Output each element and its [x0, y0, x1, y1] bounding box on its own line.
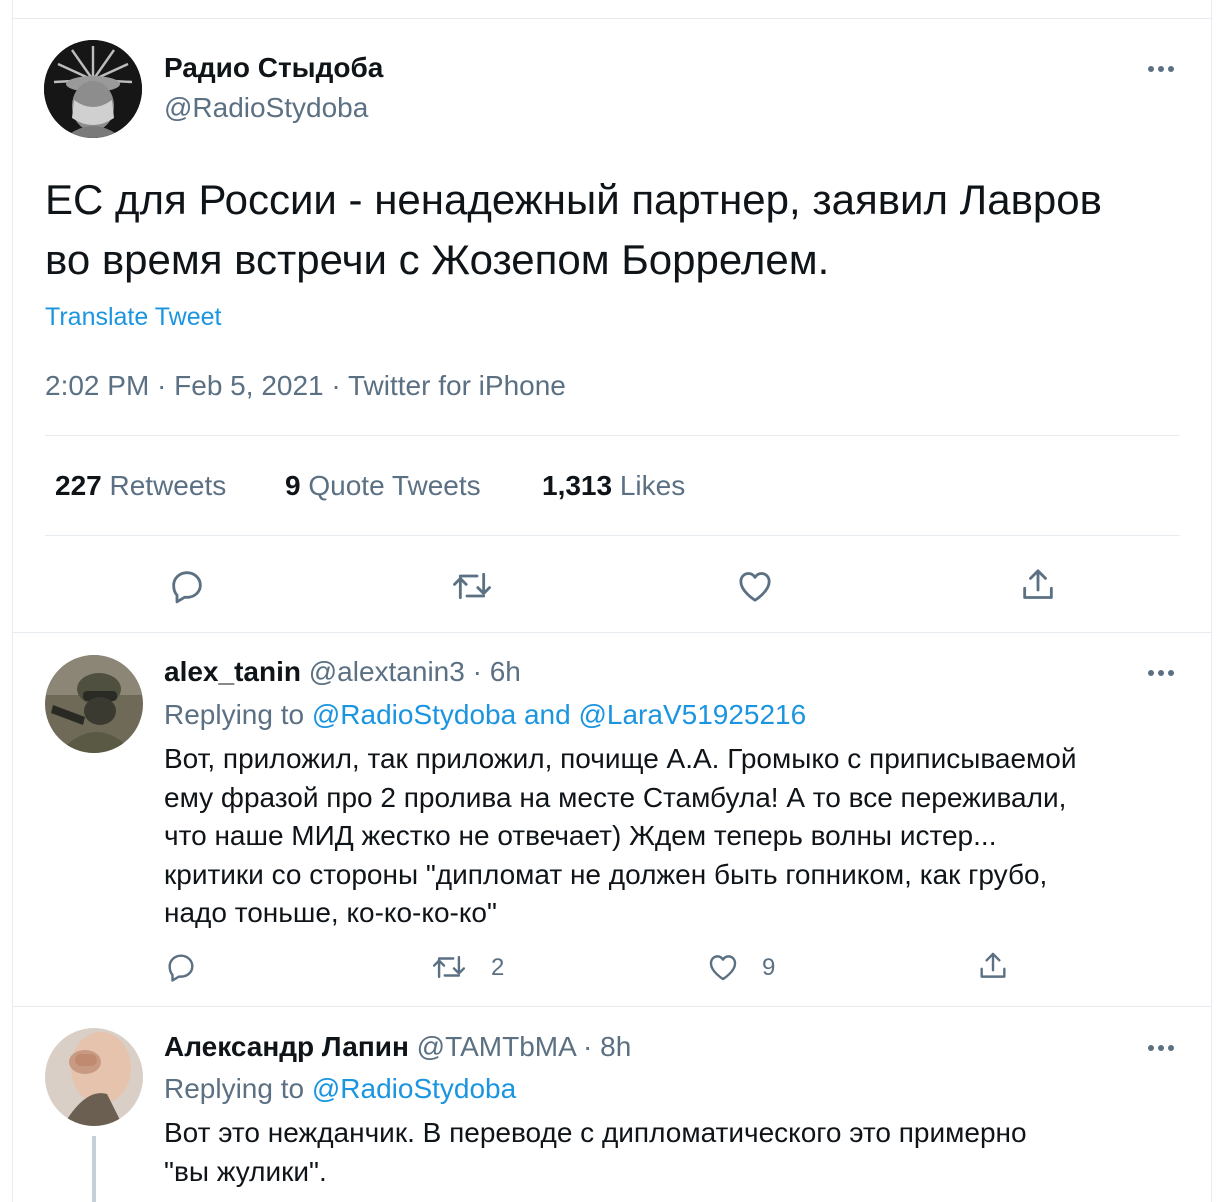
main-avatar[interactable] — [44, 40, 142, 138]
reply2-avatar[interactable] — [45, 1028, 143, 1126]
stats-bottom-divider — [45, 535, 1180, 536]
retweets-count: 227 — [55, 470, 102, 501]
man-avatar-image — [45, 1028, 143, 1126]
reply2-replying-prefix: Replying to — [164, 1073, 305, 1104]
quote-tweets-count: 9 — [285, 470, 301, 501]
soldier-avatar-image — [45, 655, 143, 753]
reply2-thread-line — [92, 1136, 96, 1202]
likes-count: 1,313 — [542, 470, 613, 501]
reply1-replying-prefix: Replying to — [164, 699, 305, 730]
main-more-icon[interactable] — [1148, 66, 1174, 72]
reply1-share-icon[interactable] — [976, 949, 1010, 983]
reply2-text-line: "вы жулики". — [164, 1155, 327, 1187]
reply2-handle[interactable]: @TAMTbMA — [417, 1031, 576, 1062]
reply1-text-line: Вот, приложил, так приложил, почище А.А.… — [164, 743, 1077, 774]
reply1-text-line: что наше МИД жестко не отвечает) Ждем те… — [164, 820, 997, 851]
reply2-display-name[interactable]: Александр Лапин — [164, 1031, 409, 1062]
retweets-label: Retweets — [109, 470, 227, 501]
translate-tweet-link[interactable]: Translate Tweet — [45, 303, 221, 332]
reply1-more-icon[interactable] — [1148, 670, 1174, 676]
main-tweet-text-line1: ЕС для России - ненадежный партнер, заяв… — [45, 176, 1102, 223]
reply1-like-icon[interactable] — [706, 950, 740, 984]
reply1-replying-mentions[interactable]: @RadioStydoba and @LaraV51925216 — [312, 699, 806, 730]
stats-top-divider — [45, 435, 1180, 436]
reply1-text-line: надо тоньше, ко-ко-ко-ко" — [164, 897, 497, 928]
retweet-icon[interactable] — [450, 566, 494, 606]
reply2-replying-mentions[interactable]: @RadioStydoba — [312, 1073, 516, 1104]
like-icon[interactable] — [735, 566, 775, 606]
reply2-text-line: Вот это нежданчик. В переводе с дипломат… — [164, 1117, 1027, 1148]
reply2-replying-to: Replying to @RadioStydoba — [164, 1073, 516, 1105]
reply1-avatar[interactable] — [45, 655, 143, 753]
timeline-column: Радио Стыдоба @RadioStydoba ЕС для Росси… — [12, 0, 1212, 1202]
reply2-text: Вот это нежданчик. В переводе с дипломат… — [164, 1114, 1027, 1191]
reply1-time[interactable]: · 6h — [473, 656, 521, 687]
reply1-display-name[interactable]: alex_tanin — [164, 656, 301, 687]
main-handle[interactable]: @RadioStydoba — [164, 92, 368, 124]
reply2-header: Александр Лапин @TAMTbMA · 8h — [164, 1031, 631, 1063]
main-tweet-text-line2: во время встречи с Жозепом Боррелем. — [45, 236, 830, 283]
reply1-replying-to: Replying to @RadioStydoba and @LaraV5192… — [164, 699, 806, 731]
reply1-retweet-icon[interactable] — [430, 950, 468, 984]
reply1-like-count: 9 — [762, 954, 776, 981]
quote-tweets-label: Quote Tweets — [308, 470, 481, 501]
main-tweet-bottom-divider — [13, 632, 1211, 633]
likes-label: Likes — [619, 470, 686, 501]
reply1-handle[interactable]: @alextanin3 — [309, 656, 465, 687]
reply1-text-line: критики со стороны "дипломат не должен б… — [164, 858, 1048, 890]
reply1-text-line: ему фразой про 2 пролива на месте Стамбу… — [164, 781, 1067, 813]
likes-stat[interactable]: 1,313 Likes — [542, 470, 685, 502]
tweet-timestamp-source[interactable]: 2:02 PM · Feb 5, 2021 · Twitter for iPho… — [45, 370, 566, 402]
reply2-more-icon[interactable] — [1148, 1045, 1174, 1051]
statue-avatar-image — [44, 40, 142, 138]
share-icon[interactable] — [1018, 565, 1058, 605]
main-display-name[interactable]: Радио Стыдоба — [164, 52, 383, 84]
reply1-header: alex_tanin @alextanin3 · 6h — [164, 656, 521, 688]
quote-tweets-stat[interactable]: 9 Quote Tweets — [285, 470, 481, 502]
reply1-retweet-count: 2 — [491, 954, 505, 981]
reply-icon[interactable] — [167, 566, 207, 606]
reply1-text: Вот, приложил, так приложил, почище А.А.… — [164, 740, 1077, 933]
reply1-reply-icon[interactable] — [164, 950, 198, 984]
reply2-time[interactable]: · 8h — [583, 1031, 631, 1062]
retweets-stat[interactable]: 227 Retweets — [55, 470, 226, 502]
reply1-bottom-divider — [13, 1006, 1211, 1007]
top-border — [13, 18, 1211, 19]
